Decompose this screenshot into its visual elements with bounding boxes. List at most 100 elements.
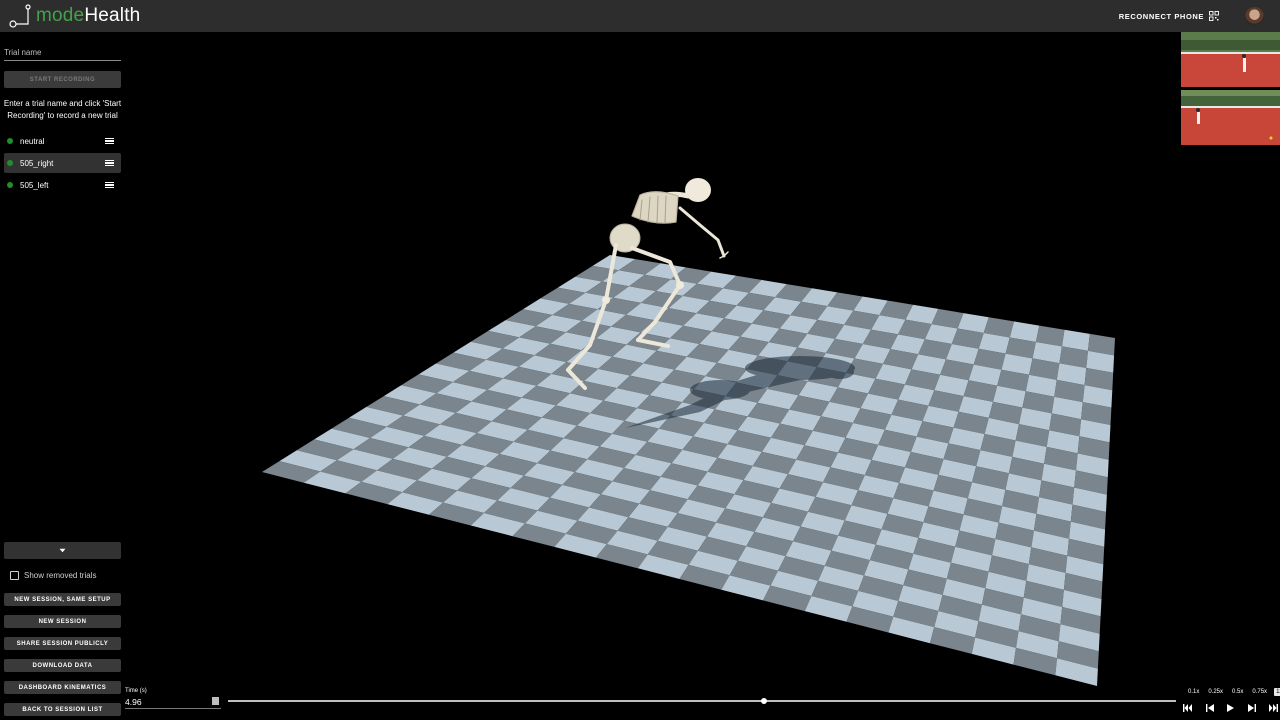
show-removed-trials-toggle[interactable]: Show removed trials <box>10 571 96 580</box>
floor-tile <box>417 468 472 491</box>
floor-tile <box>650 476 698 500</box>
floor-tile <box>366 396 420 416</box>
floor-tile <box>408 435 462 457</box>
floor-tile <box>995 522 1034 548</box>
floor-tile <box>871 444 911 468</box>
floor-tile <box>589 494 640 518</box>
floor-tile <box>471 389 522 410</box>
trial-item-neutral[interactable]: neutral <box>4 131 121 151</box>
floor-tile <box>721 575 771 601</box>
reconnect-phone-button[interactable]: RECONNECT PHONE <box>1119 12 1204 21</box>
app-title: modeHealth <box>36 5 141 26</box>
floor-tile <box>549 484 601 508</box>
floor-tile <box>804 430 846 453</box>
floor-tile <box>767 375 808 396</box>
time-label: Time (s) <box>125 688 147 694</box>
timeline-thumb[interactable] <box>760 698 767 704</box>
floor-tile <box>807 319 845 339</box>
floor-tile <box>1019 407 1052 431</box>
floor-tile <box>835 324 872 344</box>
floor-tile <box>279 450 337 472</box>
time-stepper[interactable] <box>212 697 219 705</box>
trial-item-505-right[interactable]: 505_right <box>4 153 121 173</box>
floor-tile <box>798 381 838 402</box>
floor-tile <box>436 382 488 402</box>
floor-tile <box>597 297 641 315</box>
step-forward-icon[interactable] <box>1247 699 1256 717</box>
floor-tile <box>1060 607 1101 634</box>
share-session-button[interactable]: SHARE SESSION PUBLICLY <box>4 637 121 650</box>
dashboard-kinematics-button[interactable]: DASHBOARD KINEMATICS <box>4 681 121 694</box>
skip-end-icon[interactable] <box>1269 699 1278 717</box>
floor-tile <box>988 555 1029 581</box>
floor-tile <box>946 562 989 589</box>
step-back-icon[interactable] <box>1205 699 1214 717</box>
floor-tile <box>777 361 817 382</box>
speed-0-1x[interactable]: 0.1x <box>1186 688 1201 696</box>
expand-trials-button[interactable] <box>4 542 121 559</box>
floor-tile <box>519 326 566 344</box>
floor-tile <box>688 550 738 576</box>
hamburger-menu-icon[interactable] <box>105 159 114 167</box>
floor-tile <box>985 571 1027 598</box>
floor-tile <box>618 259 661 275</box>
floor-tile <box>778 556 825 581</box>
floor-tile <box>875 529 919 554</box>
3d-viewport[interactable] <box>0 0 1280 720</box>
floor-tile <box>751 310 791 329</box>
speed-0-5x[interactable]: 0.5x <box>1230 688 1245 696</box>
back-to-session-list-button[interactable]: BACK TO SESSION LIST <box>4 703 121 716</box>
floor-tile <box>762 503 808 527</box>
trial-item-505-left[interactable]: 505_left <box>4 175 121 195</box>
floor-tile <box>1033 513 1071 539</box>
floor-tile <box>1025 374 1057 397</box>
new-session-same-setup-button[interactable]: NEW SESSION, SAME SETUP <box>4 593 121 606</box>
floor-tile <box>470 513 525 537</box>
floor-tile <box>353 438 409 459</box>
camera-view-2[interactable] <box>1181 90 1280 145</box>
floor-tile <box>988 401 1023 425</box>
skip-start-icon[interactable] <box>1183 699 1192 717</box>
floor-tile <box>931 308 964 329</box>
recording-hint: Enter a trial name and click 'Start Reco… <box>3 99 122 120</box>
floor-tile <box>816 353 855 373</box>
new-session-button[interactable]: NEW SESSION <box>4 615 121 628</box>
download-data-button[interactable]: DOWNLOAD DATA <box>4 659 121 672</box>
floor-tile <box>913 537 956 563</box>
qr-code-icon[interactable] <box>1209 11 1219 21</box>
trial-name-input[interactable] <box>4 44 121 61</box>
app-logo[interactable]: modeHealth <box>8 3 140 29</box>
floor-tile <box>518 355 567 374</box>
floor-tile <box>575 265 619 282</box>
floor-tile <box>1022 391 1055 414</box>
floor-tile <box>707 457 753 481</box>
floor-tile <box>908 553 951 579</box>
floor-tile <box>536 373 585 394</box>
speed-0-75x[interactable]: 0.75x <box>1250 688 1269 696</box>
floor-tile <box>401 374 453 394</box>
camera-view-1[interactable] <box>1181 32 1280 87</box>
floor-tile <box>790 301 828 320</box>
user-avatar[interactable] <box>1245 6 1264 26</box>
floor-tile <box>911 354 946 375</box>
floor-tile <box>978 333 1010 354</box>
floor-tile <box>825 338 863 359</box>
floor-tile <box>476 421 528 442</box>
start-recording-button[interactable]: START RECORDING <box>4 71 121 88</box>
speed-1x[interactable]: 1x <box>1274 688 1280 696</box>
show-removed-checkbox[interactable] <box>10 571 19 580</box>
hamburger-menu-icon[interactable] <box>105 181 114 189</box>
timeline-slider[interactable] <box>228 698 1176 704</box>
hamburger-menu-icon[interactable] <box>105 137 114 145</box>
speed-0-25x[interactable]: 0.25x <box>1206 688 1225 696</box>
time-input[interactable]: 4.96 <box>125 697 221 709</box>
floor-tile <box>386 415 440 436</box>
floor-tile <box>951 328 984 349</box>
floor-tile <box>807 367 847 388</box>
floor-tile <box>763 585 812 612</box>
floor-tile <box>639 490 688 514</box>
floor-tile <box>693 376 737 396</box>
floor-tile <box>603 388 650 409</box>
play-icon[interactable] <box>1227 699 1234 717</box>
floor-tile <box>471 466 524 488</box>
